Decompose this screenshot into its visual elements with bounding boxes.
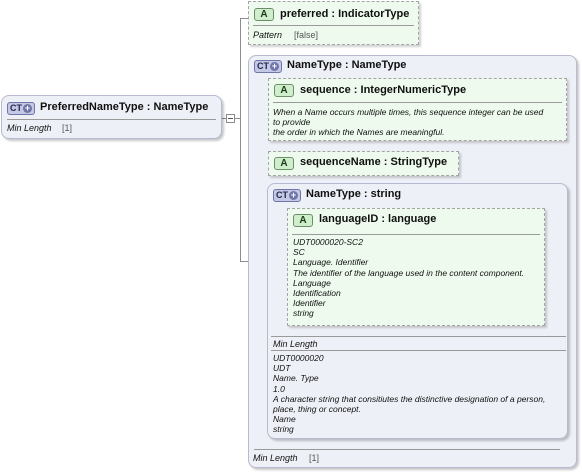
complex-type-title: PreferredNameType : NameType <box>40 101 209 113</box>
minus-box-icon <box>228 118 233 119</box>
connector-to-nametype <box>240 261 248 262</box>
sequence-attribute-box[interactable]: A sequence : IntegerNumericType When a N… <box>268 78 567 141</box>
complex-type-icon: CT + <box>7 102 35 115</box>
attribute-icon: A <box>274 157 294 170</box>
documentation-text: When a Name occurs multiple times, this … <box>273 107 544 138</box>
divider <box>271 336 566 337</box>
property-label: Min Length <box>273 339 318 349</box>
attribute-title: languageID : language <box>319 213 437 225</box>
property-value: [1] <box>309 453 320 463</box>
attribute-icon: A <box>274 84 294 97</box>
complex-type-icon: CT + <box>254 60 282 73</box>
divider <box>292 234 540 235</box>
complex-type-title: NameType : string <box>306 188 402 200</box>
property-value: [1] <box>62 123 73 133</box>
complex-type-icon: CT + <box>273 189 301 202</box>
attribute-icon: A <box>293 214 313 227</box>
divider <box>254 449 560 450</box>
preferred-attribute-box[interactable]: A preferred : IndicatorType Pattern [fal… <box>248 1 419 45</box>
attribute-title: sequence : IntegerNumericType <box>300 84 467 96</box>
property-label: Min Length <box>253 453 298 463</box>
pattern-label: Pattern <box>253 30 283 40</box>
divider <box>273 102 562 103</box>
divider <box>271 350 566 351</box>
preferred-name-type-box[interactable]: CT + PreferredNameType : NameType Min Len… <box>1 95 222 139</box>
attribute-title: preferred : IndicatorType <box>280 8 410 20</box>
property-label: Min Length <box>7 123 52 133</box>
divider <box>253 25 414 26</box>
divider <box>7 119 216 120</box>
collapse-toggle[interactable] <box>226 114 235 123</box>
complex-type-title: NameType : NameType <box>287 59 407 71</box>
pattern-value: [false] <box>294 30 319 40</box>
attribute-title: sequenceName : StringType <box>300 156 448 168</box>
sequence-name-attribute-box[interactable]: A sequenceName : StringType <box>268 151 459 176</box>
documentation-text: UDT0000020-SC2 SC Language. Identifier T… <box>293 237 525 319</box>
connector-to-preferred <box>240 18 248 19</box>
language-id-attribute-box[interactable]: A languageID : language UDT0000020-SC2 S… <box>287 208 545 326</box>
connector-trunk <box>240 18 241 261</box>
documentation-text: UDT0000020 UDT Name. Type 1.0 A characte… <box>273 353 546 435</box>
attribute-icon: A <box>254 8 274 21</box>
